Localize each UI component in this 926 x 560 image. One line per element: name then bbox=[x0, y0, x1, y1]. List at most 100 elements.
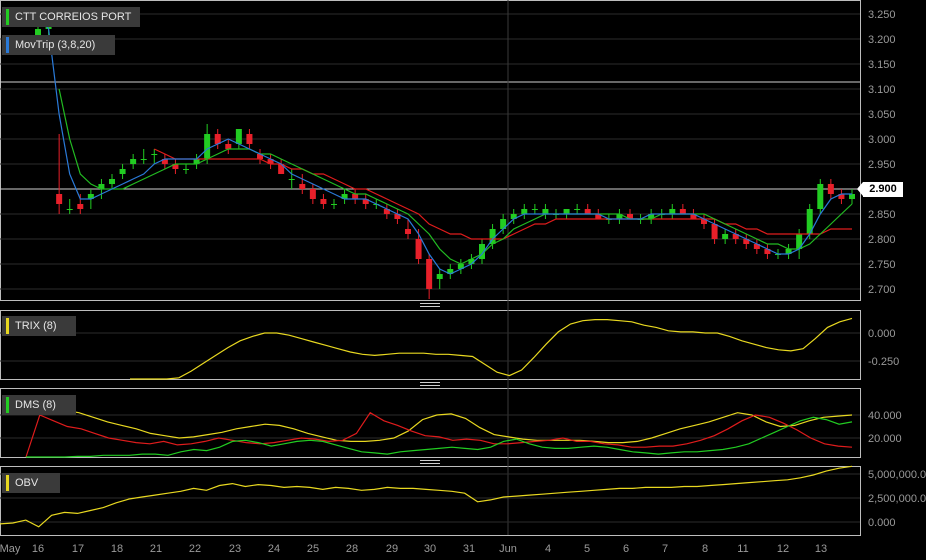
candle-body bbox=[679, 209, 686, 214]
candle-body bbox=[849, 194, 855, 199]
legend-main-indicator[interactable]: MovTrip (3,8,20) bbox=[2, 35, 115, 55]
time-tick-label: 11 bbox=[737, 543, 748, 555]
candle-body bbox=[436, 274, 443, 279]
candle-body bbox=[405, 229, 411, 234]
candle-body bbox=[151, 154, 158, 155]
candle-body bbox=[77, 204, 84, 209]
legend-swatch bbox=[6, 37, 9, 53]
candle-body bbox=[235, 129, 242, 144]
price-tick-label: 3.200 bbox=[868, 34, 896, 46]
time-tick-label: 4 bbox=[545, 543, 551, 555]
price-tick-label: 3.250 bbox=[868, 9, 896, 21]
legend-main-symbol[interactable]: CTT CORREIOS PORT bbox=[2, 7, 140, 27]
time-tick-label: 6 bbox=[623, 543, 629, 555]
candle-body bbox=[574, 209, 581, 210]
time-tick-label: 29 bbox=[386, 543, 398, 555]
candle-body bbox=[521, 209, 528, 214]
candle-body bbox=[246, 134, 253, 144]
legend-swatch bbox=[6, 318, 9, 334]
series-line-mov-fast bbox=[37, 13, 852, 275]
pane-resize-handle[interactable] bbox=[420, 382, 440, 386]
trix-tick-label: 0.000 bbox=[868, 328, 896, 340]
price-tick-label: 3.150 bbox=[868, 59, 896, 71]
candle-body bbox=[331, 204, 337, 205]
legend-trix[interactable]: TRIX (8) bbox=[2, 316, 76, 336]
obv-tick-label: 2,500,000.0 bbox=[868, 493, 926, 505]
candle-body bbox=[299, 184, 306, 189]
pane-frame-dms bbox=[0, 388, 861, 458]
price-tick-label: 2.700 bbox=[868, 284, 896, 296]
candle-body bbox=[56, 194, 63, 204]
time-tick-label: 7 bbox=[662, 543, 668, 555]
candle-body bbox=[320, 199, 327, 204]
candle-body bbox=[415, 239, 422, 259]
legend-swatch bbox=[6, 9, 9, 25]
legend-dms[interactable]: DMS (8) bbox=[2, 395, 76, 415]
time-tick-label: 25 bbox=[307, 543, 319, 555]
legend-obv-label: OBV bbox=[15, 477, 39, 489]
time-tick-label: 21 bbox=[150, 543, 162, 555]
series-line-trix bbox=[130, 317, 853, 380]
candle-body bbox=[130, 159, 137, 164]
candle-body bbox=[542, 209, 549, 214]
trix-tick-label: -0.250 bbox=[868, 356, 899, 368]
candle-body bbox=[109, 179, 115, 184]
price-tick-label: 3.100 bbox=[868, 84, 896, 96]
candle-body bbox=[140, 159, 147, 160]
candle-body bbox=[711, 224, 718, 239]
candle-body bbox=[183, 169, 189, 170]
time-tick-label: 8 bbox=[702, 543, 708, 555]
candle-body bbox=[119, 169, 126, 174]
current-price-tag: 2.900 bbox=[857, 182, 903, 197]
obv-tick-label: 0.000 bbox=[868, 517, 896, 529]
time-tick-label: 16 bbox=[32, 543, 44, 555]
price-tick-label: 2.800 bbox=[868, 234, 896, 246]
pane-resize-handle[interactable] bbox=[420, 460, 440, 464]
time-tick-label: 24 bbox=[268, 543, 280, 555]
legend-swatch bbox=[6, 475, 9, 491]
time-tick-label: 18 bbox=[111, 543, 123, 555]
chart-canvas[interactable]: 3.250 3.200 3.150 3.100 3.050 3.000 2.950 2.900… bbox=[0, 0, 926, 560]
price-tick-label: 2.850 bbox=[868, 209, 896, 221]
pane-frame-obv bbox=[0, 466, 861, 536]
time-tick-label: 23 bbox=[229, 543, 241, 555]
price-tick-label: 3.050 bbox=[868, 109, 896, 121]
pane-frame-trix bbox=[0, 310, 861, 380]
time-tick-label: 12 bbox=[777, 543, 789, 555]
time-tick-label: 5 bbox=[584, 543, 590, 555]
obv-tick-label: 5,000,000.0 bbox=[868, 469, 926, 481]
candle-body bbox=[817, 184, 824, 209]
time-tick-label: 28 bbox=[346, 543, 358, 555]
time-tick-label: 31 bbox=[463, 543, 475, 555]
dms-tick-label: 20.000 bbox=[868, 433, 902, 445]
dms-tick-label: 40.000 bbox=[868, 410, 902, 422]
legend-dms-label: DMS (8) bbox=[15, 399, 56, 411]
candle-body bbox=[426, 259, 433, 289]
legend-main-indicator-label: MovTrip (3,8,20) bbox=[15, 39, 96, 51]
price-tick-label: 2.950 bbox=[868, 159, 896, 171]
price-tick-label: 2.750 bbox=[868, 259, 896, 271]
candle-body bbox=[827, 184, 834, 194]
time-tick-label: May bbox=[0, 543, 21, 555]
time-tick-label: Jun bbox=[499, 543, 517, 555]
candle-body bbox=[309, 189, 316, 199]
candle-body bbox=[352, 194, 359, 199]
legend-swatch bbox=[6, 397, 9, 413]
candle-body bbox=[722, 234, 729, 239]
time-tick-label: 22 bbox=[189, 543, 201, 555]
series-line-adx bbox=[35, 405, 853, 444]
candle-body bbox=[531, 209, 538, 210]
candle-body bbox=[288, 179, 295, 180]
legend-obv[interactable]: OBV bbox=[2, 473, 60, 493]
time-tick-label: 17 bbox=[72, 543, 84, 555]
time-tick-label: 30 bbox=[424, 543, 436, 555]
candle-body bbox=[669, 209, 676, 214]
series-line-obv bbox=[0, 465, 853, 528]
legend-trix-label: TRIX (8) bbox=[15, 320, 57, 332]
candle-body bbox=[66, 209, 73, 210]
price-tick-label: 3.000 bbox=[868, 134, 896, 146]
pane-resize-handle[interactable] bbox=[420, 303, 440, 307]
series-line-dms-minus bbox=[25, 411, 853, 458]
candle-body bbox=[204, 134, 211, 159]
candle-body bbox=[225, 144, 232, 149]
